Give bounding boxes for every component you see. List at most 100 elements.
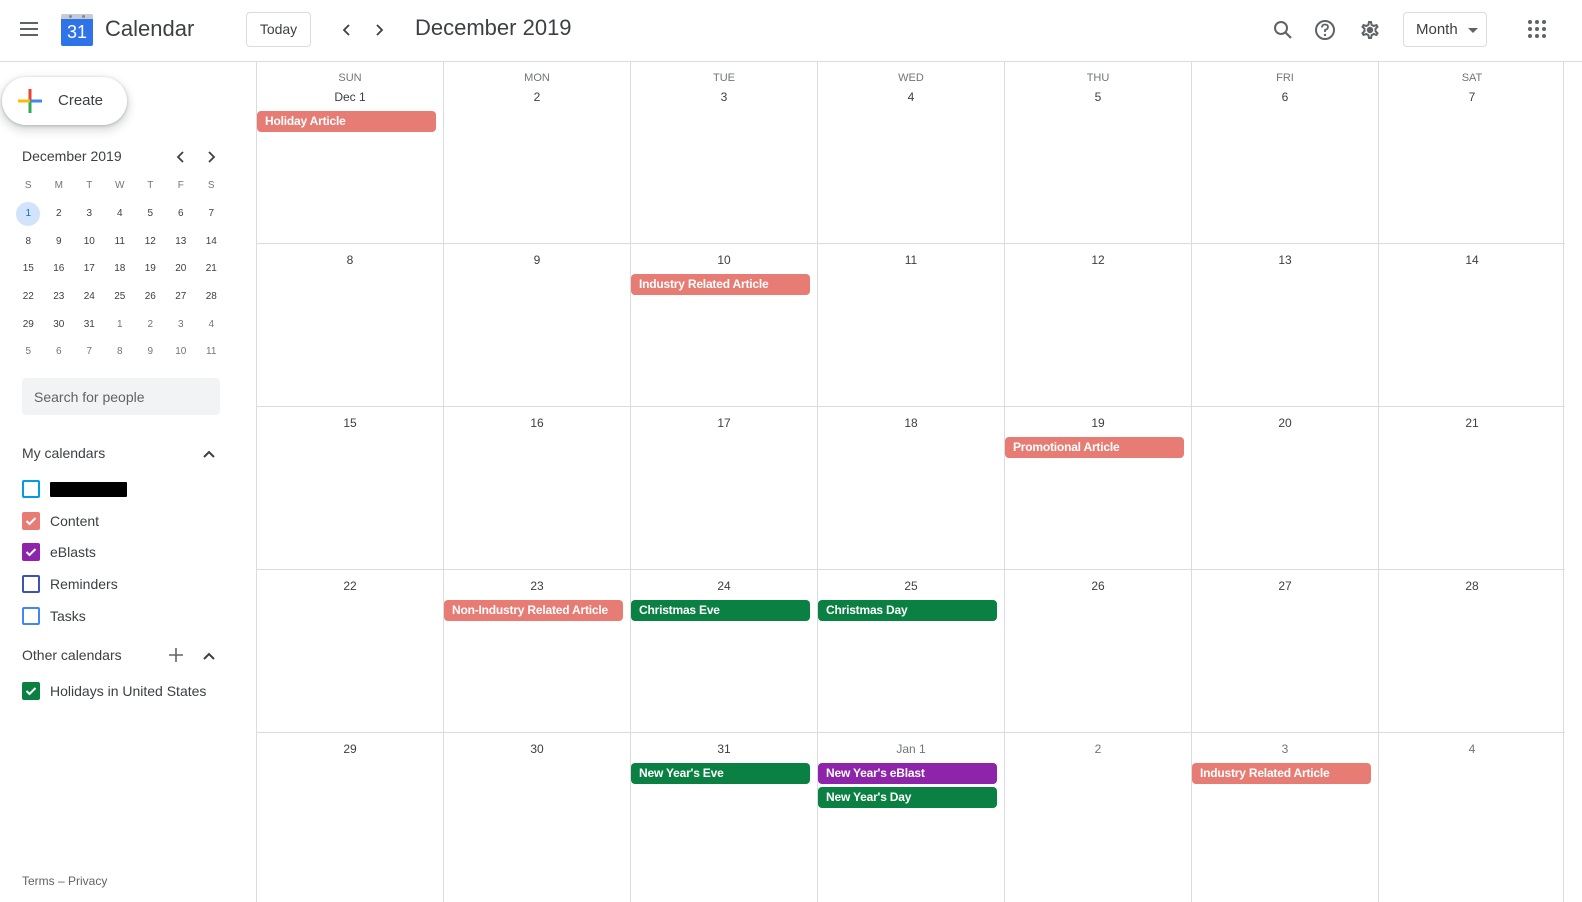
- mini-day[interactable]: 9: [44, 236, 75, 247]
- day-number[interactable]: 14: [1379, 253, 1565, 267]
- calendar-list-item[interactable]: eBlasts: [22, 540, 232, 564]
- day-number[interactable]: 7: [1379, 90, 1565, 104]
- day-cell[interactable]: 29: [257, 733, 444, 902]
- mini-day[interactable]: 19: [135, 263, 166, 274]
- day-cell[interactable]: 28: [1379, 570, 1565, 733]
- day-number[interactable]: 22: [257, 579, 443, 593]
- mini-day[interactable]: 30: [44, 319, 75, 330]
- next-period-button[interactable]: [367, 16, 391, 44]
- day-number[interactable]: 3: [1192, 742, 1378, 756]
- mini-day[interactable]: 29: [13, 319, 44, 330]
- help-icon[interactable]: [1312, 17, 1338, 43]
- event-chip[interactable]: Industry Related Article: [1192, 763, 1371, 784]
- day-number[interactable]: 17: [631, 416, 817, 430]
- mini-day[interactable]: 12: [135, 236, 166, 247]
- day-cell[interactable]: 30: [444, 733, 631, 902]
- day-cell[interactable]: WED 4: [818, 62, 1005, 244]
- add-other-calendar-button[interactable]: [167, 646, 185, 664]
- day-number[interactable]: 11: [818, 253, 1004, 267]
- search-icon[interactable]: [1270, 17, 1296, 43]
- settings-gear-icon[interactable]: [1357, 17, 1383, 43]
- previous-period-button[interactable]: [335, 16, 359, 44]
- day-cell[interactable]: 2: [1005, 733, 1192, 902]
- mini-calendar-prev-button[interactable]: [171, 147, 191, 167]
- mini-day[interactable]: 10: [166, 346, 197, 357]
- day-cell[interactable]: FRI 6: [1192, 62, 1379, 244]
- create-button[interactable]: Create: [2, 77, 127, 125]
- mini-day[interactable]: 3: [166, 319, 197, 330]
- day-number[interactable]: 29: [257, 742, 443, 756]
- calendar-list-item[interactable]: Content: [22, 509, 232, 533]
- mini-day[interactable]: 5: [13, 346, 44, 357]
- mini-day[interactable]: 1: [105, 319, 136, 330]
- mini-day[interactable]: 20: [166, 263, 197, 274]
- google-apps-grid-icon[interactable]: [1528, 20, 1546, 38]
- day-number[interactable]: 8: [257, 253, 443, 267]
- day-number[interactable]: Dec 1: [257, 90, 443, 104]
- calendar-checkbox[interactable]: [22, 543, 40, 562]
- day-cell[interactable]: 24 Christmas Eve: [631, 570, 818, 733]
- day-number[interactable]: 4: [1379, 742, 1565, 756]
- day-number[interactable]: 23: [444, 579, 630, 593]
- event-chip[interactable]: New Year's Eve: [631, 763, 810, 784]
- mini-day[interactable]: 26: [135, 291, 166, 302]
- mini-day[interactable]: 31: [74, 319, 105, 330]
- today-button[interactable]: Today: [246, 12, 311, 47]
- calendar-list-item[interactable]: Reminders: [22, 572, 232, 596]
- mini-day[interactable]: 24: [74, 291, 105, 302]
- day-cell[interactable]: 17: [631, 407, 818, 570]
- day-number[interactable]: 25: [818, 579, 1004, 593]
- mini-day[interactable]: 6: [44, 346, 75, 357]
- day-cell[interactable]: 3 Industry Related Article: [1192, 733, 1379, 902]
- calendar-list-item[interactable]: Holidays in United States: [22, 679, 232, 703]
- day-cell[interactable]: SUN Dec 1 Holiday Article: [257, 62, 444, 244]
- day-number[interactable]: 12: [1005, 253, 1191, 267]
- day-number[interactable]: 31: [631, 742, 817, 756]
- mini-day[interactable]: 15: [13, 263, 44, 274]
- day-cell[interactable]: 31 New Year's Eve: [631, 733, 818, 902]
- day-number[interactable]: 3: [631, 90, 817, 104]
- event-chip[interactable]: Industry Related Article: [631, 274, 810, 295]
- calendar-checkbox[interactable]: [22, 511, 40, 530]
- mini-day[interactable]: 25: [105, 291, 136, 302]
- other-calendars-title[interactable]: Other calendars: [22, 647, 122, 663]
- day-number[interactable]: 15: [257, 416, 443, 430]
- day-number[interactable]: 2: [1005, 742, 1191, 756]
- day-number[interactable]: 13: [1192, 253, 1378, 267]
- day-cell[interactable]: 10 Industry Related Article: [631, 244, 818, 407]
- day-cell[interactable]: 20: [1192, 407, 1379, 570]
- day-cell[interactable]: 23 Non-Industry Related Article: [444, 570, 631, 733]
- day-cell[interactable]: SAT 7: [1379, 62, 1565, 244]
- day-cell[interactable]: 21: [1379, 407, 1565, 570]
- terms-link[interactable]: Terms: [22, 874, 55, 888]
- event-chip[interactable]: Christmas Day: [818, 600, 997, 621]
- mini-day[interactable]: 6: [166, 208, 197, 219]
- day-cell[interactable]: 15: [257, 407, 444, 570]
- mini-day[interactable]: 8: [13, 236, 44, 247]
- day-number[interactable]: 18: [818, 416, 1004, 430]
- day-number[interactable]: 2: [444, 90, 630, 104]
- day-number[interactable]: 30: [444, 742, 630, 756]
- day-number[interactable]: 19: [1005, 416, 1191, 430]
- day-cell[interactable]: 8: [257, 244, 444, 407]
- app-title[interactable]: Calendar: [105, 16, 194, 42]
- day-cell[interactable]: THU 5: [1005, 62, 1192, 244]
- day-cell[interactable]: 25 Christmas Day: [818, 570, 1005, 733]
- day-cell[interactable]: 27: [1192, 570, 1379, 733]
- event-chip[interactable]: Non-Industry Related Article: [444, 600, 623, 621]
- mini-day[interactable]: 11: [196, 346, 227, 357]
- view-switcher-dropdown[interactable]: Month: [1403, 12, 1487, 47]
- mini-day[interactable]: 7: [74, 346, 105, 357]
- mini-day[interactable]: 13: [166, 236, 197, 247]
- mini-day[interactable]: 7: [196, 208, 227, 219]
- collapse-my-calendars-button[interactable]: [201, 446, 217, 462]
- calendar-checkbox[interactable]: [22, 682, 40, 700]
- mini-day[interactable]: 23: [44, 291, 75, 302]
- event-chip[interactable]: New Year's Day: [818, 787, 997, 808]
- day-number[interactable]: 20: [1192, 416, 1378, 430]
- day-cell[interactable]: 13: [1192, 244, 1379, 407]
- day-number[interactable]: 24: [631, 579, 817, 593]
- day-number[interactable]: 10: [631, 253, 817, 267]
- mini-day[interactable]: 2: [44, 208, 75, 219]
- mini-day[interactable]: 3: [74, 208, 105, 219]
